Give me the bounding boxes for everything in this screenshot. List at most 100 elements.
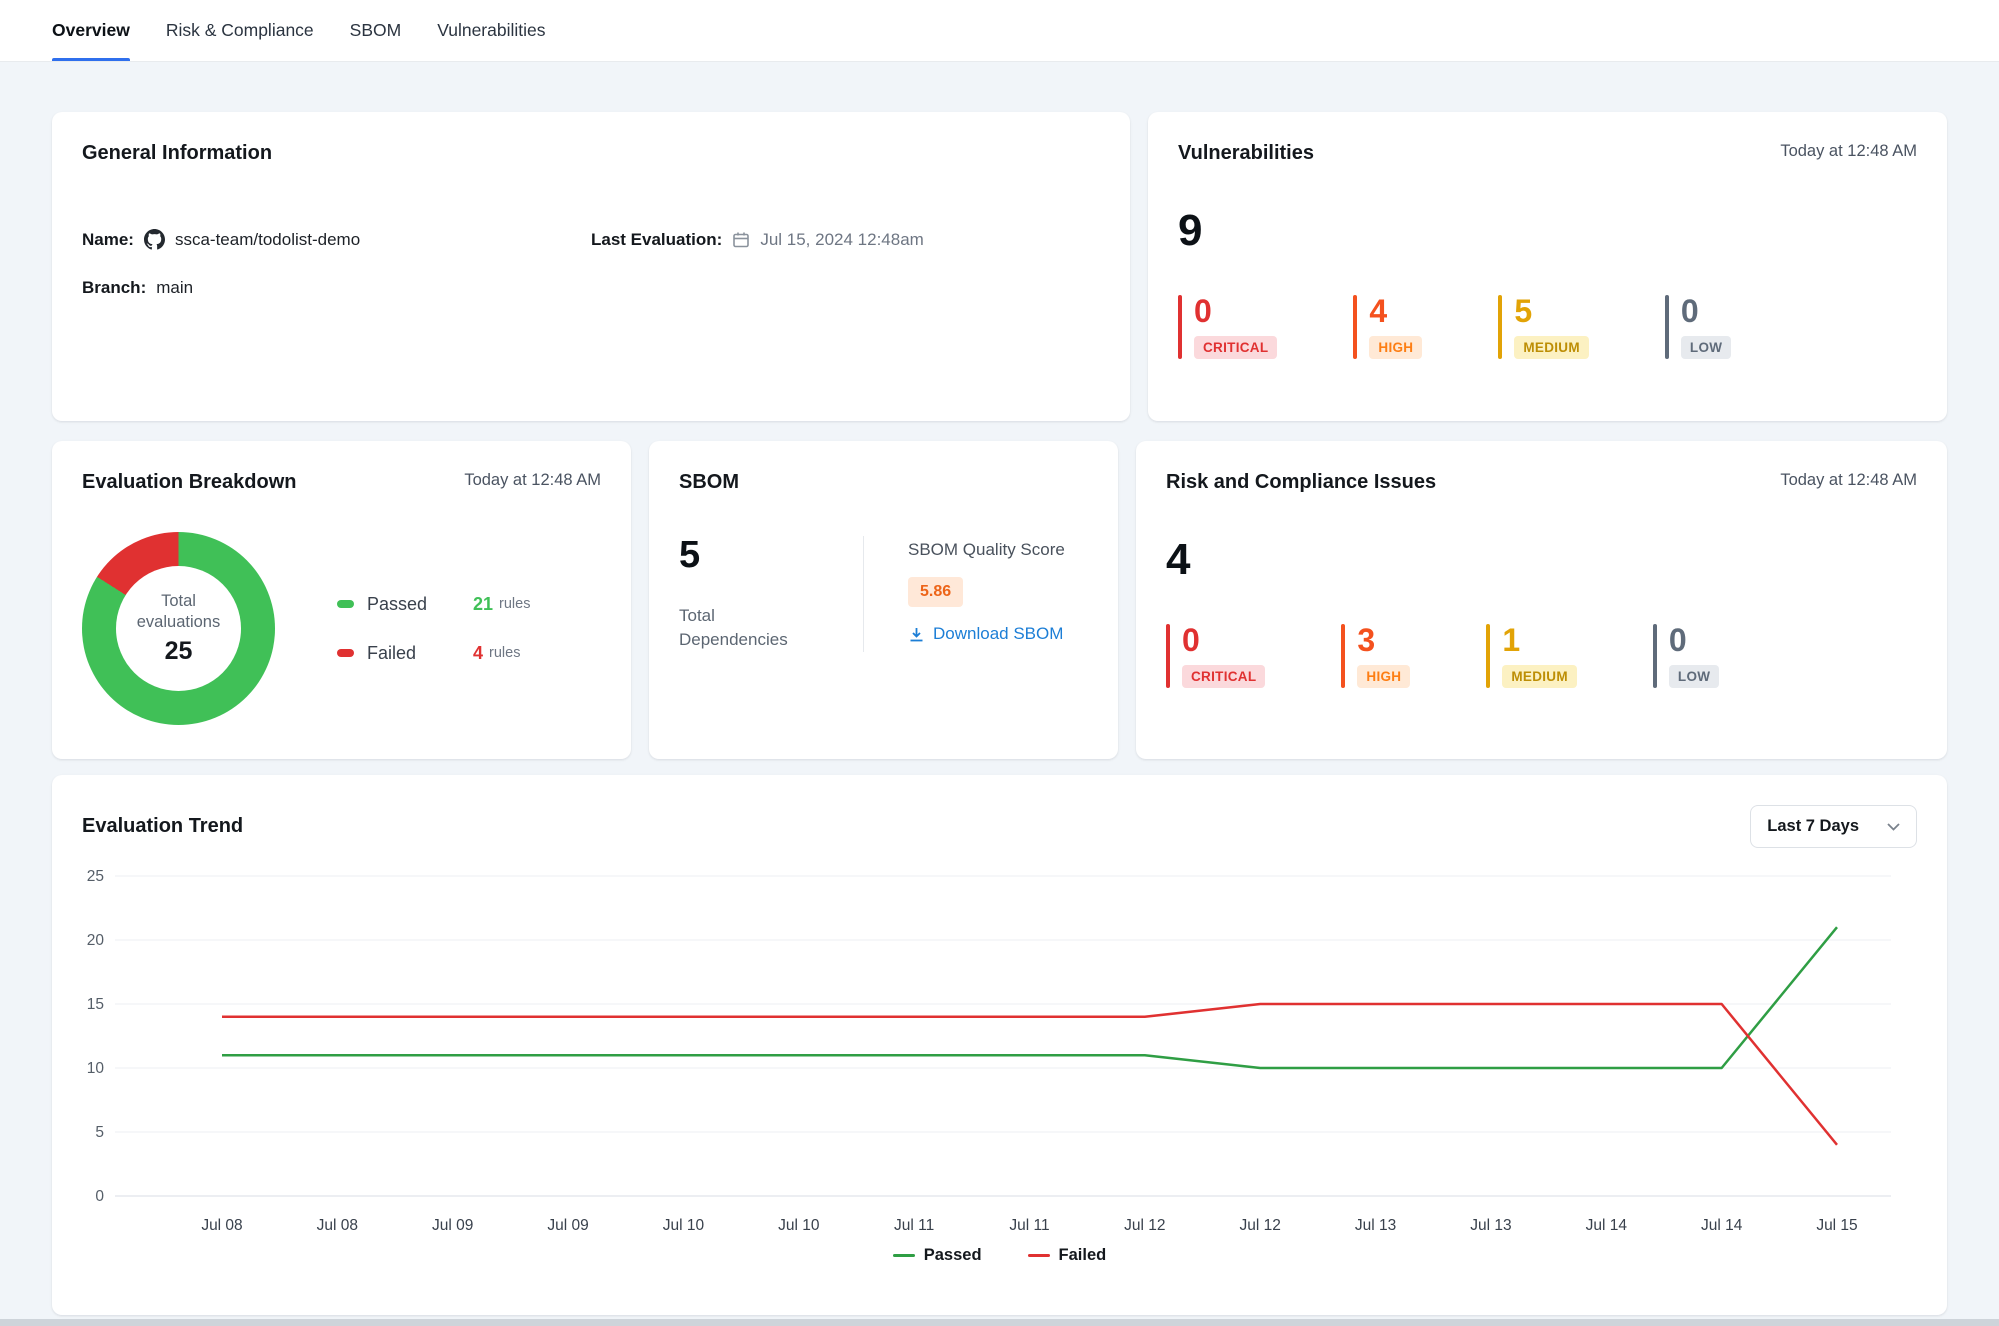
severity-count: 0 <box>1182 624 1200 656</box>
severity-count: 5 <box>1514 295 1532 327</box>
trend-legend-label: Failed <box>1059 1246 1107 1265</box>
passed-unit: rules <box>499 596 530 612</box>
sbom-title: SBOM <box>679 471 739 494</box>
branch-value: main <box>156 278 193 298</box>
severity-badge: LOW <box>1669 665 1719 688</box>
tab-risk-compliance[interactable]: Risk & Compliance <box>166 0 314 61</box>
severity-bar <box>1653 624 1657 688</box>
severity-badge: MEDIUM <box>1514 336 1589 359</box>
severity-badge: MEDIUM <box>1502 665 1577 688</box>
top-tab-bar: Overview Risk & Compliance SBOM Vulnerab… <box>0 0 1999 62</box>
calendar-icon <box>732 231 750 249</box>
download-sbom-link[interactable]: Download SBOM <box>908 624 1063 644</box>
risk-compliance-timestamp: Today at 12:48 AM <box>1780 471 1917 490</box>
severity-medium: 5 MEDIUM <box>1498 295 1589 359</box>
svg-text:Jul 12: Jul 12 <box>1240 1217 1281 1234</box>
severity-badge: HIGH <box>1357 665 1410 688</box>
severity-badge: HIGH <box>1369 336 1422 359</box>
breakdown-legend: Passed 21 rules Failed 4 rules <box>337 594 530 664</box>
branch-row: Branch: main <box>82 278 591 298</box>
evaluation-breakdown-timestamp: Today at 12:48 AM <box>464 471 601 490</box>
svg-text:0: 0 <box>95 1188 104 1205</box>
severity-badge: CRITICAL <box>1182 665 1265 688</box>
risk-compliance-total: 4 <box>1166 538 1917 582</box>
sbom-quality-score-label: SBOM Quality Score <box>908 540 1065 560</box>
github-icon <box>144 229 165 250</box>
donut-center-label: Total evaluations <box>123 591 235 632</box>
last-evaluation-value: Jul 15, 2024 12:48am <box>760 230 924 250</box>
tab-overview[interactable]: Overview <box>52 0 130 61</box>
date-range-value: Last 7 Days <box>1767 817 1859 836</box>
sbom-card: SBOM 5 Total Dependencies SBOM Quality S… <box>649 441 1118 759</box>
download-icon <box>908 626 925 643</box>
sbom-quality-score-badge: 5.86 <box>908 577 963 607</box>
svg-text:Jul 12: Jul 12 <box>1124 1217 1165 1234</box>
severity-badge: CRITICAL <box>1194 336 1277 359</box>
tab-sbom[interactable]: SBOM <box>350 0 402 61</box>
severity-count: 0 <box>1194 295 1212 327</box>
svg-text:Jul 09: Jul 09 <box>432 1217 473 1234</box>
name-label: Name: <box>82 230 134 250</box>
severity-low: 0 LOW <box>1653 624 1719 688</box>
donut-center-total: 25 <box>165 637 193 666</box>
severity-critical: 0 CRITICAL <box>1166 624 1265 688</box>
trend-legend-item: Failed <box>1028 1246 1107 1265</box>
repo-name-row: Name: ssca-team/todolist-demo <box>82 229 591 250</box>
svg-text:Jul 14: Jul 14 <box>1701 1217 1743 1234</box>
severity-count: 4 <box>1369 295 1387 327</box>
svg-text:Jul 15: Jul 15 <box>1816 1217 1857 1234</box>
vulnerabilities-card: Vulnerabilities Today at 12:48 AM 9 0 CR… <box>1148 112 1947 421</box>
legend-line-icon <box>1028 1254 1050 1257</box>
svg-text:Jul 13: Jul 13 <box>1470 1217 1511 1234</box>
svg-text:Jul 11: Jul 11 <box>894 1217 934 1234</box>
last-evaluation-label: Last Evaluation: <box>591 230 722 250</box>
evaluation-breakdown-title: Evaluation Breakdown <box>82 471 297 494</box>
legend-line-icon <box>893 1254 915 1257</box>
svg-text:Jul 08: Jul 08 <box>201 1217 242 1234</box>
chevron-down-icon <box>1887 823 1900 831</box>
failed-label: Failed <box>367 643 473 664</box>
severity-count: 0 <box>1681 295 1699 327</box>
severity-medium: 1 MEDIUM <box>1486 624 1577 688</box>
date-range-dropdown[interactable]: Last 7 Days <box>1750 805 1917 848</box>
severity-bar <box>1498 295 1502 359</box>
severity-high: 4 HIGH <box>1353 295 1422 359</box>
severity-low: 0 LOW <box>1665 295 1731 359</box>
vulnerabilities-title: Vulnerabilities <box>1178 142 1314 165</box>
trend-legend-label: Passed <box>924 1246 982 1265</box>
severity-bar <box>1166 624 1170 688</box>
last-evaluation-row: Last Evaluation: Jul 15, 2024 12:48am <box>591 229 1100 250</box>
vulnerabilities-total: 9 <box>1178 209 1917 253</box>
svg-text:Jul 10: Jul 10 <box>663 1217 705 1234</box>
svg-text:Jul 09: Jul 09 <box>547 1217 588 1234</box>
horizontal-scrollbar[interactable] <box>0 1319 1999 1326</box>
severity-count: 0 <box>1669 624 1687 656</box>
vulnerabilities-timestamp: Today at 12:48 AM <box>1780 142 1917 161</box>
evaluation-trend-title: Evaluation Trend <box>82 815 243 838</box>
general-information-card: General Information Name: ssca-team/todo… <box>52 112 1130 421</box>
svg-text:15: 15 <box>87 996 104 1013</box>
severity-count: 1 <box>1502 624 1520 656</box>
svg-text:Jul 10: Jul 10 <box>778 1217 820 1234</box>
passed-dot-icon <box>337 600 354 608</box>
evaluations-donut-chart: Total evaluations 25 <box>82 532 275 725</box>
branch-label: Branch: <box>82 278 146 298</box>
tab-vulnerabilities[interactable]: Vulnerabilities <box>437 0 545 61</box>
severity-high: 3 HIGH <box>1341 624 1410 688</box>
severity-count: 3 <box>1357 624 1375 656</box>
total-dependencies-label: Total Dependencies <box>679 604 809 652</box>
repo-name-value: ssca-team/todolist-demo <box>175 230 360 250</box>
evaluation-breakdown-card: Evaluation Breakdown Today at 12:48 AM T… <box>52 441 631 759</box>
legend-failed-row: Failed 4 rules <box>337 643 530 664</box>
vulnerabilities-severity-row: 0 CRITICAL 4 HIGH 5 MEDIUM <box>1178 295 1917 359</box>
trend-chart-legend: Passed Failed <box>82 1246 1917 1265</box>
passed-label: Passed <box>367 594 473 615</box>
risk-severity-row: 0 CRITICAL 3 HIGH 1 MEDIUM <box>1166 624 1917 688</box>
failed-dot-icon <box>337 649 354 657</box>
svg-text:20: 20 <box>87 932 105 949</box>
severity-critical: 0 CRITICAL <box>1178 295 1277 359</box>
passed-count: 21 <box>473 594 493 615</box>
download-sbom-label: Download SBOM <box>933 624 1063 644</box>
risk-compliance-title: Risk and Compliance Issues <box>1166 471 1436 494</box>
legend-passed-row: Passed 21 rules <box>337 594 530 615</box>
